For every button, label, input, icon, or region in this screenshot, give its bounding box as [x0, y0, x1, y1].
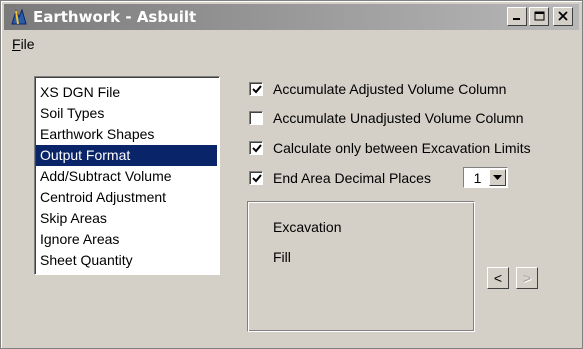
- decimal-places-select[interactable]: 1: [463, 167, 508, 188]
- next-label: >: [522, 270, 532, 286]
- volume-summary-panel: Excavation Fill: [247, 201, 475, 332]
- list-item-soil-types[interactable]: Soil Types: [36, 103, 217, 124]
- next-button[interactable]: >: [516, 267, 538, 289]
- decimal-places-value: 1: [473, 169, 482, 186]
- calc-excavation-limits-checkbox[interactable]: [249, 141, 263, 155]
- check-mark-icon: [252, 144, 262, 153]
- minimize-button[interactable]: [507, 7, 527, 26]
- close-icon: [558, 10, 568, 24]
- list-item-earthwork-shapes[interactable]: Earthwork Shapes: [36, 124, 217, 145]
- maximize-button[interactable]: [529, 7, 549, 26]
- fill-label: Fill: [273, 249, 291, 265]
- menu-file[interactable]: File: [12, 36, 35, 52]
- list-item-add-subtract-volume[interactable]: Add/Subtract Volume: [36, 166, 217, 187]
- list-item-centroid-adjustment[interactable]: Centroid Adjustment: [36, 187, 217, 208]
- option-accumulate-adjusted[interactable]: Accumulate Adjusted Volume Column: [249, 81, 506, 97]
- option-calc-excavation-limits[interactable]: Calculate only between Excavation Limits: [249, 140, 531, 156]
- window-title: Earthwork - Asbuilt: [33, 8, 197, 26]
- list-item-output-format[interactable]: Output Format: [36, 145, 217, 166]
- check-mark-icon: [252, 174, 262, 183]
- minimize-icon: [512, 10, 522, 24]
- list-item-skip-areas[interactable]: Skip Areas: [36, 208, 217, 229]
- end-area-decimals-label: End Area Decimal Places: [273, 170, 431, 186]
- calc-excavation-limits-label: Calculate only between Excavation Limits: [273, 140, 531, 156]
- end-area-decimals-checkbox[interactable]: [249, 171, 263, 185]
- accumulate-unadjusted-checkbox[interactable]: [249, 111, 263, 125]
- maximize-icon: [534, 10, 545, 24]
- list-item-xs-dgn-file[interactable]: XS DGN File: [36, 82, 217, 103]
- chevron-down-icon: [493, 174, 502, 180]
- previous-button[interactable]: <: [487, 267, 509, 289]
- list-item-sheet-quantity[interactable]: Sheet Quantity: [36, 250, 217, 271]
- accumulate-adjusted-checkbox[interactable]: [249, 82, 263, 96]
- check-mark-icon: [252, 85, 262, 94]
- list-item-ignore-areas[interactable]: Ignore Areas: [36, 229, 217, 250]
- earthwork-window: Earthwork - Asbuilt File XS DGN File Soi…: [0, 0, 583, 349]
- accumulate-adjusted-label: Accumulate Adjusted Volume Column: [273, 81, 507, 97]
- option-accumulate-unadjusted[interactable]: Accumulate Unadjusted Volume Column: [249, 110, 524, 126]
- app-icon: [10, 8, 28, 26]
- title-bar[interactable]: Earthwork - Asbuilt: [4, 4, 579, 30]
- accumulate-unadjusted-label: Accumulate Unadjusted Volume Column: [273, 110, 524, 126]
- previous-label: <: [493, 270, 503, 286]
- settings-category-list[interactable]: XS DGN File Soil Types Earthwork Shapes …: [34, 76, 220, 275]
- close-button[interactable]: [553, 7, 573, 26]
- menu-bar: File: [4, 32, 579, 56]
- excavation-label: Excavation: [273, 219, 342, 235]
- dropdown-arrow-button[interactable]: [489, 169, 506, 186]
- option-end-area-decimals[interactable]: End Area Decimal Places: [249, 170, 431, 186]
